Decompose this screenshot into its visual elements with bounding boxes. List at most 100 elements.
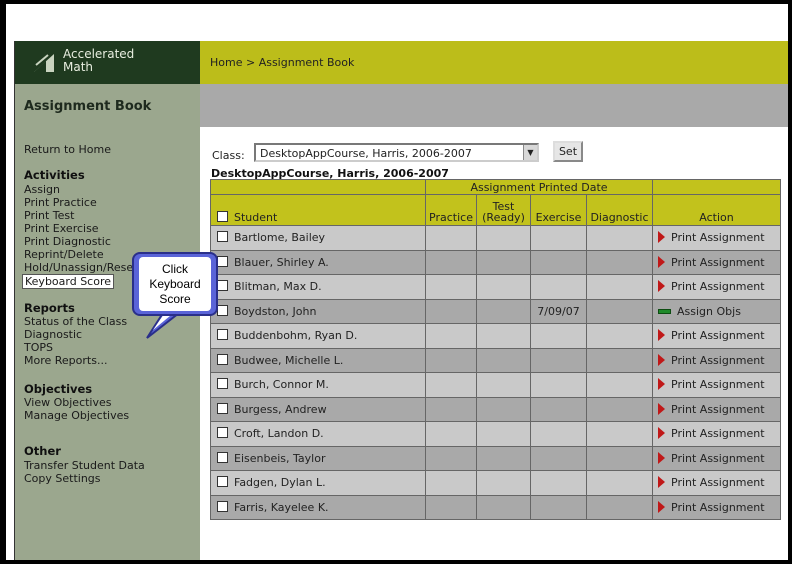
student-cell[interactable]: Fadgen, Dylan L. <box>210 470 426 496</box>
student-checkbox[interactable] <box>217 255 228 267</box>
exercise-date-cell <box>530 396 587 422</box>
table-header-student[interactable]: Student <box>210 194 426 226</box>
table-header-test: Test (Ready) <box>476 194 531 226</box>
sidebar-heading-reports: Reports <box>24 301 75 315</box>
table-header-blank-action <box>652 179 781 195</box>
action-cell[interactable]: Print Assignment <box>652 323 781 349</box>
student-cell[interactable]: Blauer, Shirley A. <box>210 249 426 275</box>
action-cell[interactable]: Print Assignment <box>652 396 781 422</box>
action-cell[interactable]: Print Assignment <box>652 421 781 447</box>
exercise-date-cell <box>530 445 587 471</box>
action-link[interactable]: Print Assignment <box>671 501 765 514</box>
sidebar-item-keyboard-score[interactable]: Keyboard Score <box>22 274 115 289</box>
select-all-checkbox[interactable] <box>217 211 228 222</box>
sidebar-item-manage-objectives[interactable]: Manage Objectives <box>24 409 129 422</box>
action-link[interactable]: Print Assignment <box>671 329 765 342</box>
student-cell[interactable]: Bartlome, Bailey <box>210 225 426 251</box>
action-link[interactable]: Print Assignment <box>671 354 765 367</box>
student-checkbox[interactable] <box>217 378 228 390</box>
header-band: Assignment Book <box>15 84 788 127</box>
action-cell[interactable]: Print Assignment <box>652 347 781 373</box>
table-row[interactable]: Budwee, Michelle L. Print Assignment <box>210 347 781 373</box>
student-cell[interactable]: Budwee, Michelle L. <box>210 347 426 373</box>
practice-date-cell <box>425 396 477 422</box>
action-link[interactable]: Print Assignment <box>671 403 765 416</box>
class-select[interactable]: DesktopAppCourse, Harris, 2006-2007 ▼ <box>254 143 539 162</box>
student-cell[interactable]: Burch, Connor M. <box>210 372 426 398</box>
sidebar-item-hold-unassign-reset[interactable]: Hold/Unassign/Reset <box>24 261 137 274</box>
action-cell[interactable]: Print Assignment <box>652 494 781 520</box>
student-checkbox[interactable] <box>217 280 228 292</box>
sidebar-item-transfer-student-data[interactable]: Transfer Student Data <box>24 459 145 472</box>
diagnostic-date-cell <box>586 274 653 300</box>
sidebar-item-diagnostic[interactable]: Diagnostic <box>24 328 82 341</box>
sidebar-item-copy-settings[interactable]: Copy Settings <box>24 472 101 485</box>
action-link[interactable]: Print Assignment <box>671 280 765 293</box>
chevron-down-icon[interactable]: ▼ <box>523 145 537 160</box>
student-cell[interactable]: Farris, Kayelee K. <box>210 494 426 520</box>
student-checkbox[interactable] <box>217 427 228 439</box>
table-row[interactable]: Burgess, Andrew Print Assignment <box>210 396 781 422</box>
sidebar-item-status-of-class[interactable]: Status of the Class <box>24 315 127 328</box>
table-row[interactable]: Bartlome, Bailey Print Assignment <box>210 225 781 251</box>
student-checkbox[interactable] <box>217 451 228 463</box>
student-cell[interactable]: Burgess, Andrew <box>210 396 426 422</box>
callout-line-1: Click <box>162 262 188 276</box>
sidebar-item-tops[interactable]: TOPS <box>24 341 53 354</box>
action-cell[interactable]: Print Assignment <box>652 445 781 471</box>
table-row[interactable]: Croft, Landon D. Print Assignment <box>210 421 781 447</box>
action-link[interactable]: Assign Objs <box>677 305 741 318</box>
play-arrow-icon <box>658 280 665 293</box>
student-checkbox[interactable] <box>217 353 228 365</box>
sidebar-item-print-diagnostic[interactable]: Print Diagnostic <box>24 235 111 248</box>
table-row[interactable]: Boydston, John 7/09/07 Assign Objs <box>210 298 781 324</box>
sidebar-item-print-practice[interactable]: Print Practice <box>24 196 97 209</box>
action-link[interactable]: Print Assignment <box>671 476 765 489</box>
student-cell[interactable]: Boydston, John <box>210 298 426 324</box>
action-cell[interactable]: Print Assignment <box>652 249 781 275</box>
table-row[interactable]: Burch, Connor M. Print Assignment <box>210 372 781 398</box>
student-checkbox[interactable] <box>217 402 228 414</box>
action-link[interactable]: Print Assignment <box>671 452 765 465</box>
logo-line-2: Math <box>63 60 94 74</box>
sidebar-item-more-reports[interactable]: More Reports... <box>24 354 107 367</box>
logo[interactable]: Accelerated Math <box>15 41 200 84</box>
table-row[interactable]: Fadgen, Dylan L. Print Assignment <box>210 470 781 496</box>
student-checkbox[interactable] <box>217 476 228 488</box>
action-cell[interactable]: Print Assignment <box>652 372 781 398</box>
sidebar-item-print-test[interactable]: Print Test <box>24 209 74 222</box>
sidebar-item-reprint-delete[interactable]: Reprint/Delete <box>24 248 104 261</box>
action-link[interactable]: Print Assignment <box>671 256 765 269</box>
action-link[interactable]: Print Assignment <box>671 427 765 440</box>
action-link[interactable]: Print Assignment <box>671 231 765 244</box>
table-row[interactable]: Farris, Kayelee K. Print Assignment <box>210 494 781 520</box>
action-cell[interactable]: Assign Objs <box>652 298 781 324</box>
student-cell[interactable]: Blitman, Max D. <box>210 274 426 300</box>
student-cell[interactable]: Eisenbeis, Taylor <box>210 445 426 471</box>
student-checkbox[interactable] <box>217 304 228 316</box>
table-row[interactable]: Eisenbeis, Taylor Print Assignment <box>210 445 781 471</box>
action-link[interactable]: Print Assignment <box>671 378 765 391</box>
student-header-label: Student <box>234 211 278 224</box>
student-checkbox[interactable] <box>217 500 228 512</box>
table-row[interactable]: Blauer, Shirley A. Print Assignment <box>210 249 781 275</box>
student-checkbox[interactable] <box>217 231 228 243</box>
sidebar-item-assign[interactable]: Assign <box>24 183 60 196</box>
table-header-blank <box>210 179 426 195</box>
student-cell[interactable]: Croft, Landon D. <box>210 421 426 447</box>
action-cell[interactable]: Print Assignment <box>652 225 781 251</box>
sidebar-item-view-objectives[interactable]: View Objectives <box>24 396 112 409</box>
test-date-cell <box>476 274 531 300</box>
sidebar-item-print-exercise[interactable]: Print Exercise <box>24 222 99 235</box>
play-arrow-icon <box>658 402 665 415</box>
callout-line-3: Score <box>159 292 191 306</box>
sidebar-return-home[interactable]: Return to Home <box>24 143 111 156</box>
table-row[interactable]: Blitman, Max D. Print Assignment <box>210 274 781 300</box>
student-checkbox[interactable] <box>217 329 228 341</box>
student-cell[interactable]: Buddenbohm, Ryan D. <box>210 323 426 349</box>
action-cell[interactable]: Print Assignment <box>652 274 781 300</box>
table-row[interactable]: Buddenbohm, Ryan D. Print Assignment <box>210 323 781 349</box>
breadcrumb[interactable]: Home > Assignment Book <box>210 56 354 69</box>
set-button[interactable]: Set <box>553 141 583 162</box>
action-cell[interactable]: Print Assignment <box>652 470 781 496</box>
